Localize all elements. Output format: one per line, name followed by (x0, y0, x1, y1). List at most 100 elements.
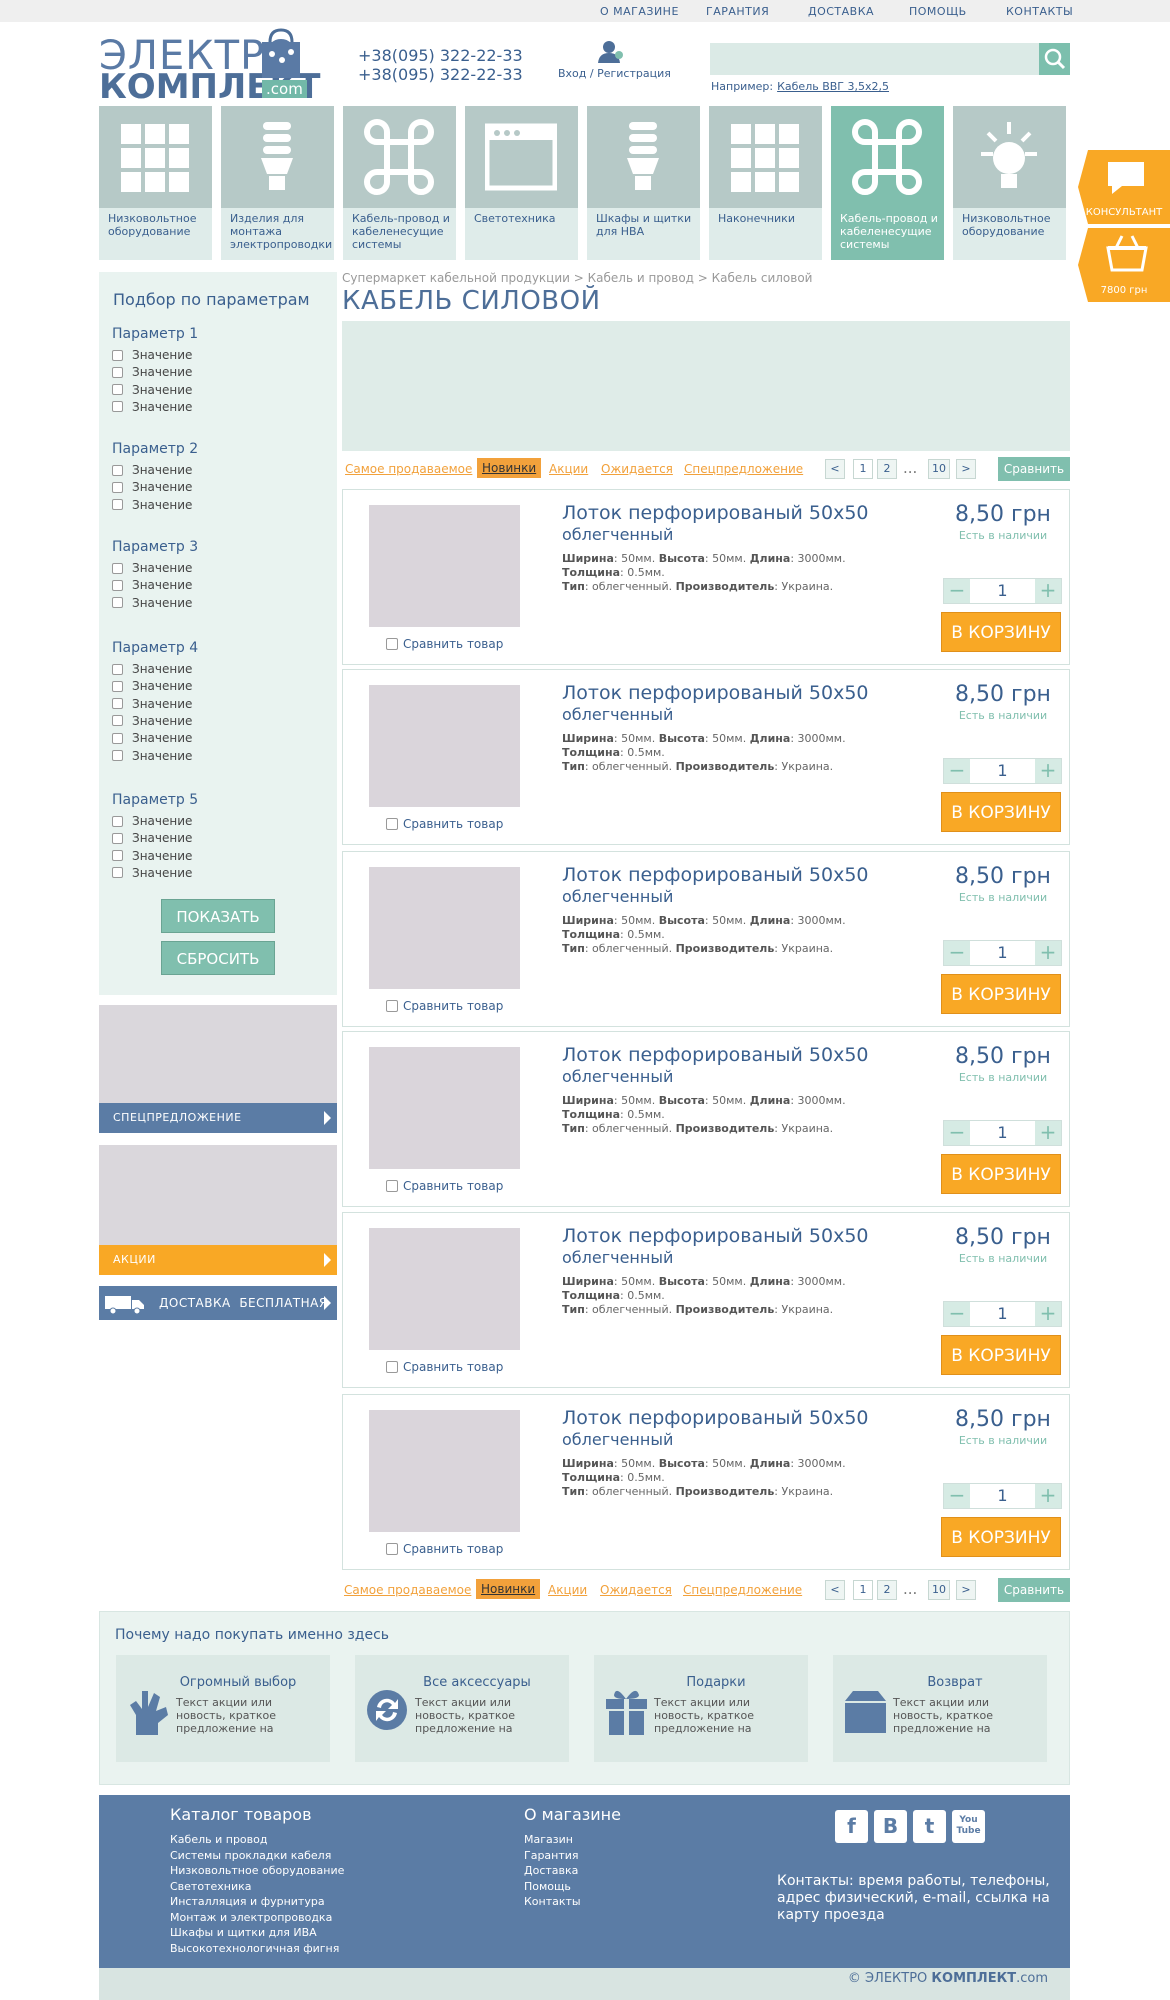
checkbox[interactable] (386, 1361, 398, 1373)
compare-product[interactable]: Сравнить товар (386, 817, 503, 831)
search-button[interactable] (1039, 43, 1070, 75)
free-delivery-bar[interactable]: ДОСТАВКА БЕСПЛАТНАЯ (99, 1286, 337, 1320)
pagination-next[interactable]: > (956, 1580, 976, 1600)
plus-icon[interactable]: + (1035, 579, 1061, 603)
vk-icon[interactable]: B (874, 1810, 907, 1843)
sort-option[interactable]: Акции (549, 462, 588, 476)
topnav-about[interactable]: О МАГАЗИНЕ (600, 5, 679, 18)
quantity-value[interactable]: 1 (970, 1302, 1035, 1326)
product-name[interactable]: Лоток перфорированый 50х50 (562, 502, 869, 524)
filter-option[interactable]: Значение (112, 749, 192, 763)
add-to-cart-button[interactable]: В КОРЗИНУ (941, 974, 1061, 1014)
special-offer-bar[interactable]: СПЕЦПРЕДЛОЖЕНИЕ (99, 1103, 337, 1133)
add-to-cart-button[interactable]: В КОРЗИНУ (941, 792, 1061, 832)
footer-about-link[interactable]: Магазин (524, 1832, 573, 1848)
minus-icon[interactable]: − (944, 759, 970, 783)
product-image[interactable] (369, 1047, 520, 1169)
plus-icon[interactable]: + (1035, 1302, 1061, 1326)
user-icon[interactable] (597, 40, 625, 64)
plus-icon[interactable]: + (1035, 1121, 1061, 1145)
pagination-page[interactable]: 2 (877, 1580, 897, 1600)
checkbox[interactable] (112, 715, 123, 727)
filter-option[interactable]: Значение (112, 596, 192, 610)
footer-catalog-link[interactable]: Светотехника (170, 1879, 251, 1895)
filter-option[interactable]: Значение (112, 679, 192, 693)
pagination-prev[interactable]: < (825, 459, 845, 479)
product-name[interactable]: Лоток перфорированый 50х50 (562, 864, 869, 886)
filter-option[interactable]: Значение (112, 731, 192, 745)
product-name[interactable]: Лоток перфорированый 50х50 (562, 1044, 869, 1066)
sort-option[interactable]: Новинки (476, 1579, 541, 1599)
topnav-delivery[interactable]: ДОСТАВКА (808, 5, 874, 18)
checkbox[interactable] (112, 366, 123, 378)
checkbox[interactable] (386, 1543, 398, 1555)
quantity-value[interactable]: 1 (970, 579, 1035, 603)
footer-about-link[interactable]: Контакты (524, 1894, 581, 1910)
sort-option[interactable]: Спецпредложение (684, 462, 803, 476)
checkbox[interactable] (112, 597, 123, 609)
category-tile[interactable]: Шкафы и щитки для НВА (587, 106, 700, 260)
checkbox[interactable] (112, 698, 123, 710)
category-tile[interactable]: Низковольтное оборудование (99, 106, 212, 260)
product-image[interactable] (369, 1228, 520, 1350)
add-to-cart-button[interactable]: В КОРЗИНУ (941, 1154, 1061, 1194)
compare-product[interactable]: Сравнить товар (386, 1179, 503, 1193)
quantity-value[interactable]: 1 (970, 1484, 1035, 1508)
minus-icon[interactable]: − (944, 1121, 970, 1145)
pagination-page[interactable]: 2 (877, 459, 897, 479)
checkbox[interactable] (386, 818, 398, 830)
plus-icon[interactable]: + (1035, 1484, 1061, 1508)
topnav-guarantee[interactable]: ГАРАНТИЯ (706, 5, 769, 18)
filter-option[interactable]: Значение (112, 400, 192, 414)
reset-button[interactable]: СБРОСИТЬ (161, 941, 275, 975)
checkbox[interactable] (112, 401, 123, 413)
product-image[interactable] (369, 867, 520, 989)
checkbox[interactable] (386, 638, 398, 650)
filter-option[interactable]: Значение (112, 463, 192, 477)
add-to-cart-button[interactable]: В КОРЗИНУ (941, 1517, 1061, 1557)
category-tile[interactable]: Светотехника (465, 106, 578, 260)
filter-option[interactable]: Значение (112, 814, 192, 828)
footer-catalog-link[interactable]: Системы прокладки кабеля (170, 1848, 331, 1864)
topnav-help[interactable]: ПОМОЩЬ (909, 5, 967, 18)
phone-2[interactable]: +38(095) 322-22-33 (358, 65, 523, 84)
footer-catalog-link[interactable]: Инсталляция и фурнитура (170, 1894, 325, 1910)
footer-about-link[interactable]: Гарантия (524, 1848, 579, 1864)
product-name[interactable]: Лоток перфорированый 50х50 (562, 1407, 869, 1429)
checkbox[interactable] (112, 481, 123, 493)
pagination-next[interactable]: > (956, 459, 976, 479)
filter-option[interactable]: Значение (112, 697, 192, 711)
search-example-link[interactable]: Кабель ВВГ 3,5х2,5 (777, 80, 889, 93)
sort-option[interactable]: Самое продаваемое (344, 1583, 471, 1597)
youtube-icon[interactable]: You Tube (952, 1810, 985, 1843)
checkbox[interactable] (112, 732, 123, 744)
filter-option[interactable]: Значение (112, 365, 192, 379)
checkbox[interactable] (112, 464, 123, 476)
checkbox[interactable] (112, 867, 123, 879)
footer-catalog-link[interactable]: Шкафы и щитки для ИВА (170, 1925, 317, 1941)
pagination-page[interactable]: 1 (853, 1580, 873, 1600)
filter-option[interactable]: Значение (112, 348, 192, 362)
filter-option[interactable]: Значение (112, 866, 192, 880)
checkbox[interactable] (112, 850, 123, 862)
compare-button[interactable]: Сравнить (998, 1578, 1070, 1602)
twitter-icon[interactable]: t (913, 1810, 946, 1843)
pagination-last[interactable]: 10 (928, 1580, 950, 1600)
checkbox[interactable] (112, 562, 123, 574)
footer-about-link[interactable]: Доставка (524, 1863, 578, 1879)
category-tile[interactable]: Кабель-провод и кабеленесущие системы (831, 106, 944, 260)
filter-option[interactable]: Значение (112, 849, 192, 863)
checkbox[interactable] (112, 384, 123, 396)
category-tile[interactable]: Наконечники (709, 106, 822, 260)
sort-option[interactable]: Самое продаваемое (345, 462, 472, 476)
filter-option[interactable]: Значение (112, 714, 192, 728)
quantity-value[interactable]: 1 (970, 941, 1035, 965)
category-tile[interactable]: Изделия для монтажа электропроводки (221, 106, 334, 260)
product-image[interactable] (369, 505, 520, 627)
login-register-link[interactable]: Вход / Регистрация (558, 67, 671, 80)
footer-catalog-link[interactable]: Высокотехнологичная фигня (170, 1941, 339, 1957)
checkbox[interactable] (386, 1180, 398, 1192)
sort-option[interactable]: Спецпредложение (683, 1583, 802, 1597)
sort-option[interactable]: Новинки (477, 458, 542, 478)
compare-product[interactable]: Сравнить товар (386, 637, 503, 651)
